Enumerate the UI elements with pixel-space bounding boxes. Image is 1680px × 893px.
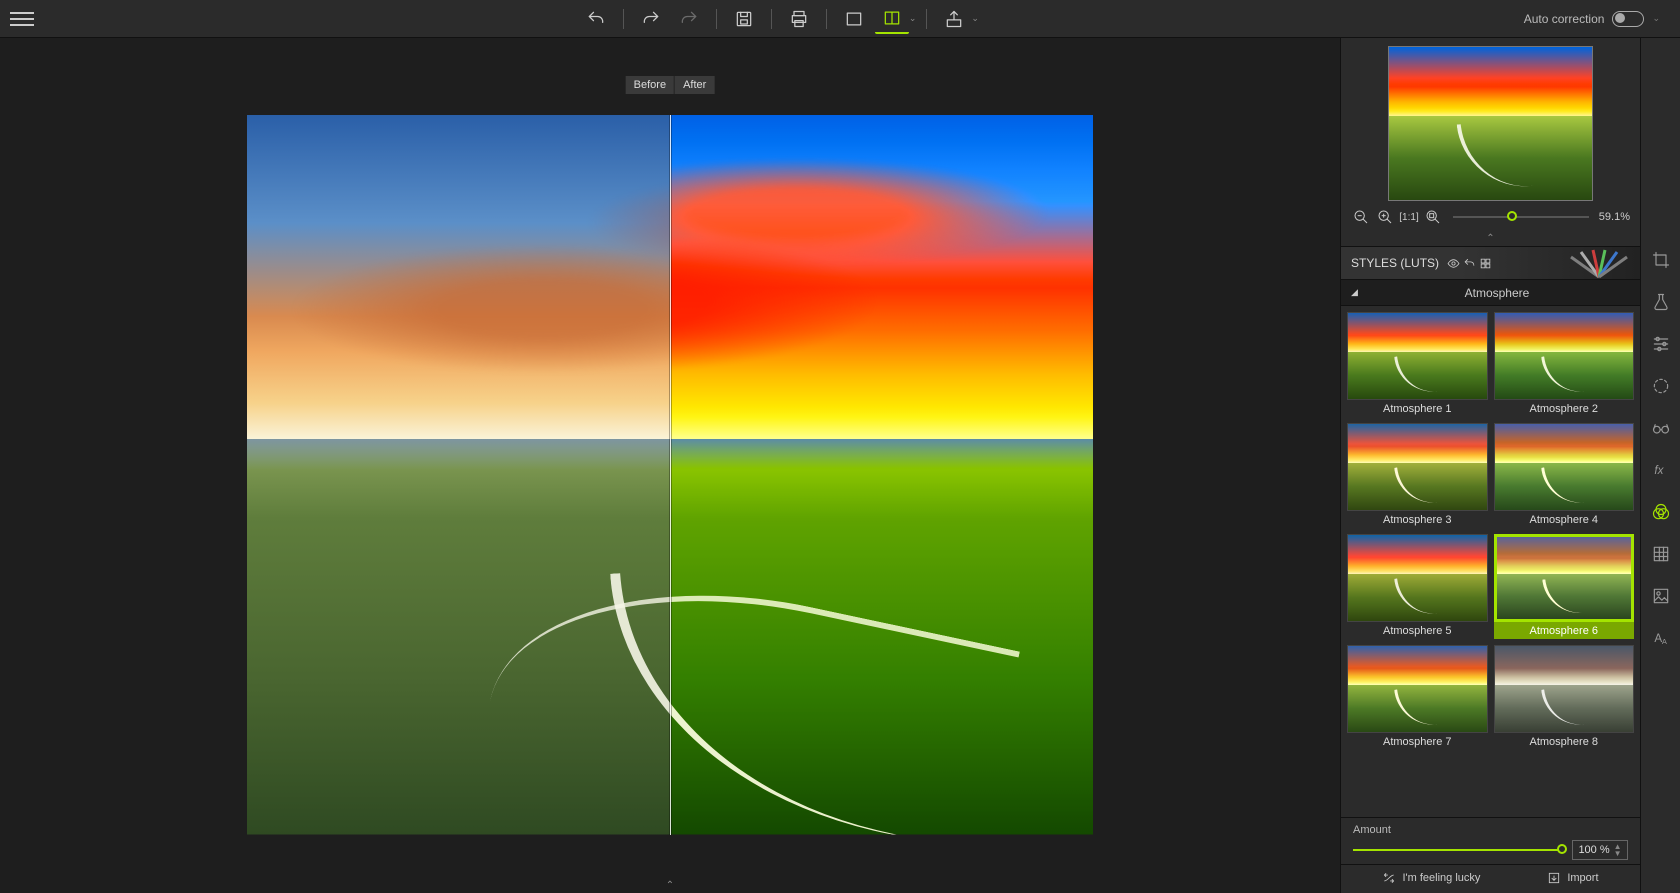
navigator-thumbnail[interactable] <box>1388 46 1593 201</box>
before-label: Before <box>626 76 675 94</box>
preset-atmosphere-2[interactable]: Atmosphere 2 <box>1494 312 1635 417</box>
auto-correction-caret[interactable]: ⌄ <box>1652 13 1660 24</box>
luts-panel-header[interactable]: STYLES (LUTS) <box>1341 246 1640 280</box>
import-button[interactable]: Import <box>1547 871 1598 885</box>
lab-tool[interactable] <box>1649 290 1673 314</box>
marquee-tool[interactable] <box>1649 374 1673 398</box>
category-name: Atmosphere <box>1364 286 1630 300</box>
bottom-collapse-caret[interactable]: ⌃ <box>666 880 674 891</box>
grid-tool[interactable] <box>1649 542 1673 566</box>
side-panel: [1:1] 59.1% ⌃ STYLES (LUTS) <box>1340 38 1640 893</box>
panel-footer: I'm feeling lucky Import <box>1341 864 1640 893</box>
preset-atmosphere-1[interactable]: Atmosphere 1 <box>1347 312 1488 417</box>
preset-label: Atmosphere 1 <box>1383 400 1451 417</box>
preset-label: Atmosphere 6 <box>1494 622 1635 639</box>
undo-button[interactable] <box>579 4 613 34</box>
amount-value-box[interactable]: 100 % ▲▼ <box>1572 840 1628 860</box>
frame-tool[interactable] <box>1649 584 1673 608</box>
reset-icon[interactable] <box>1463 257 1476 270</box>
preset-atmosphere-5[interactable]: Atmosphere 5 <box>1347 534 1488 639</box>
eye-icon[interactable] <box>1447 257 1460 270</box>
preset-atmosphere-3[interactable]: Atmosphere 3 <box>1347 423 1488 528</box>
right-toolstrip: fx AA <box>1640 38 1680 893</box>
luts-panel-title: STYLES (LUTS) <box>1351 256 1439 270</box>
split-divider[interactable] <box>670 115 671 835</box>
preset-scroll[interactable]: Atmosphere 1 Atmosphere 2 Atmosphere 3 Atmo… <box>1341 306 1640 817</box>
share-dropdown-caret[interactable]: ⌄ <box>971 13 979 24</box>
preset-label: Atmosphere 3 <box>1383 511 1451 528</box>
navigator-collapse-caret[interactable]: ⌃ <box>1341 233 1640 246</box>
share-button[interactable] <box>937 4 971 34</box>
preset-atmosphere-8[interactable]: Atmosphere 8 <box>1494 645 1635 750</box>
auto-correction-toggle[interactable] <box>1612 11 1644 27</box>
view-dropdown-caret[interactable]: ⌄ <box>909 13 917 24</box>
zoom-in-icon[interactable] <box>1375 207 1395 227</box>
amount-label: Amount <box>1353 824 1628 836</box>
zoom-slider[interactable] <box>1453 216 1589 218</box>
zoom-out-icon[interactable] <box>1351 207 1371 227</box>
category-row[interactable]: ◢ Atmosphere <box>1341 280 1640 306</box>
preset-atmosphere-6[interactable]: Atmosphere 6 <box>1494 534 1635 639</box>
after-label: After <box>675 76 714 94</box>
save-button[interactable] <box>727 4 761 34</box>
image-canvas[interactable] <box>247 115 1093 835</box>
feeling-lucky-button[interactable]: I'm feeling lucky <box>1382 871 1480 885</box>
category-collapse-icon: ◢ <box>1351 287 1358 298</box>
before-after-tag: Before After <box>626 76 715 94</box>
canvas-area: Before After <box>0 38 1340 893</box>
redo-button[interactable] <box>634 4 668 34</box>
crop-tool[interactable] <box>1649 248 1673 272</box>
glasses-tool[interactable] <box>1649 416 1673 440</box>
preset-atmosphere-7[interactable]: Atmosphere 7 <box>1347 645 1488 750</box>
fx-tool[interactable]: fx <box>1649 458 1673 482</box>
preset-label: Atmosphere 2 <box>1530 400 1598 417</box>
zoom-1to1-icon[interactable]: [1:1] <box>1399 207 1419 227</box>
zoom-controls: [1:1] 59.1% <box>1341 207 1640 233</box>
amount-row: Amount 100 % ▲▼ <box>1341 817 1640 864</box>
view-split-button[interactable] <box>875 4 909 34</box>
print-button[interactable] <box>782 4 816 34</box>
zoom-value: 59.1% <box>1599 211 1630 223</box>
top-toolbar: ⌄ ⌄ Auto correction ⌄ <box>0 0 1680 38</box>
amount-slider[interactable] <box>1353 849 1562 851</box>
svg-text:fx: fx <box>1654 464 1664 477</box>
expand-icon[interactable] <box>1479 257 1492 270</box>
redo-step-button[interactable] <box>672 4 706 34</box>
view-single-button[interactable] <box>837 4 871 34</box>
auto-correction-label: Auto correction <box>1524 12 1605 26</box>
luts-tool[interactable] <box>1649 500 1673 524</box>
preset-atmosphere-4[interactable]: Atmosphere 4 <box>1494 423 1635 528</box>
zoom-fit-icon[interactable] <box>1423 207 1443 227</box>
pencils-decoration <box>1564 249 1634 279</box>
preset-label: Atmosphere 7 <box>1383 733 1451 750</box>
svg-text:A: A <box>1661 637 1666 646</box>
text-tool[interactable]: AA <box>1649 626 1673 650</box>
preset-label: Atmosphere 8 <box>1530 733 1598 750</box>
menu-button[interactable] <box>10 7 34 31</box>
sliders-tool[interactable] <box>1649 332 1673 356</box>
preset-label: Atmosphere 5 <box>1383 622 1451 639</box>
preset-label: Atmosphere 4 <box>1530 511 1598 528</box>
